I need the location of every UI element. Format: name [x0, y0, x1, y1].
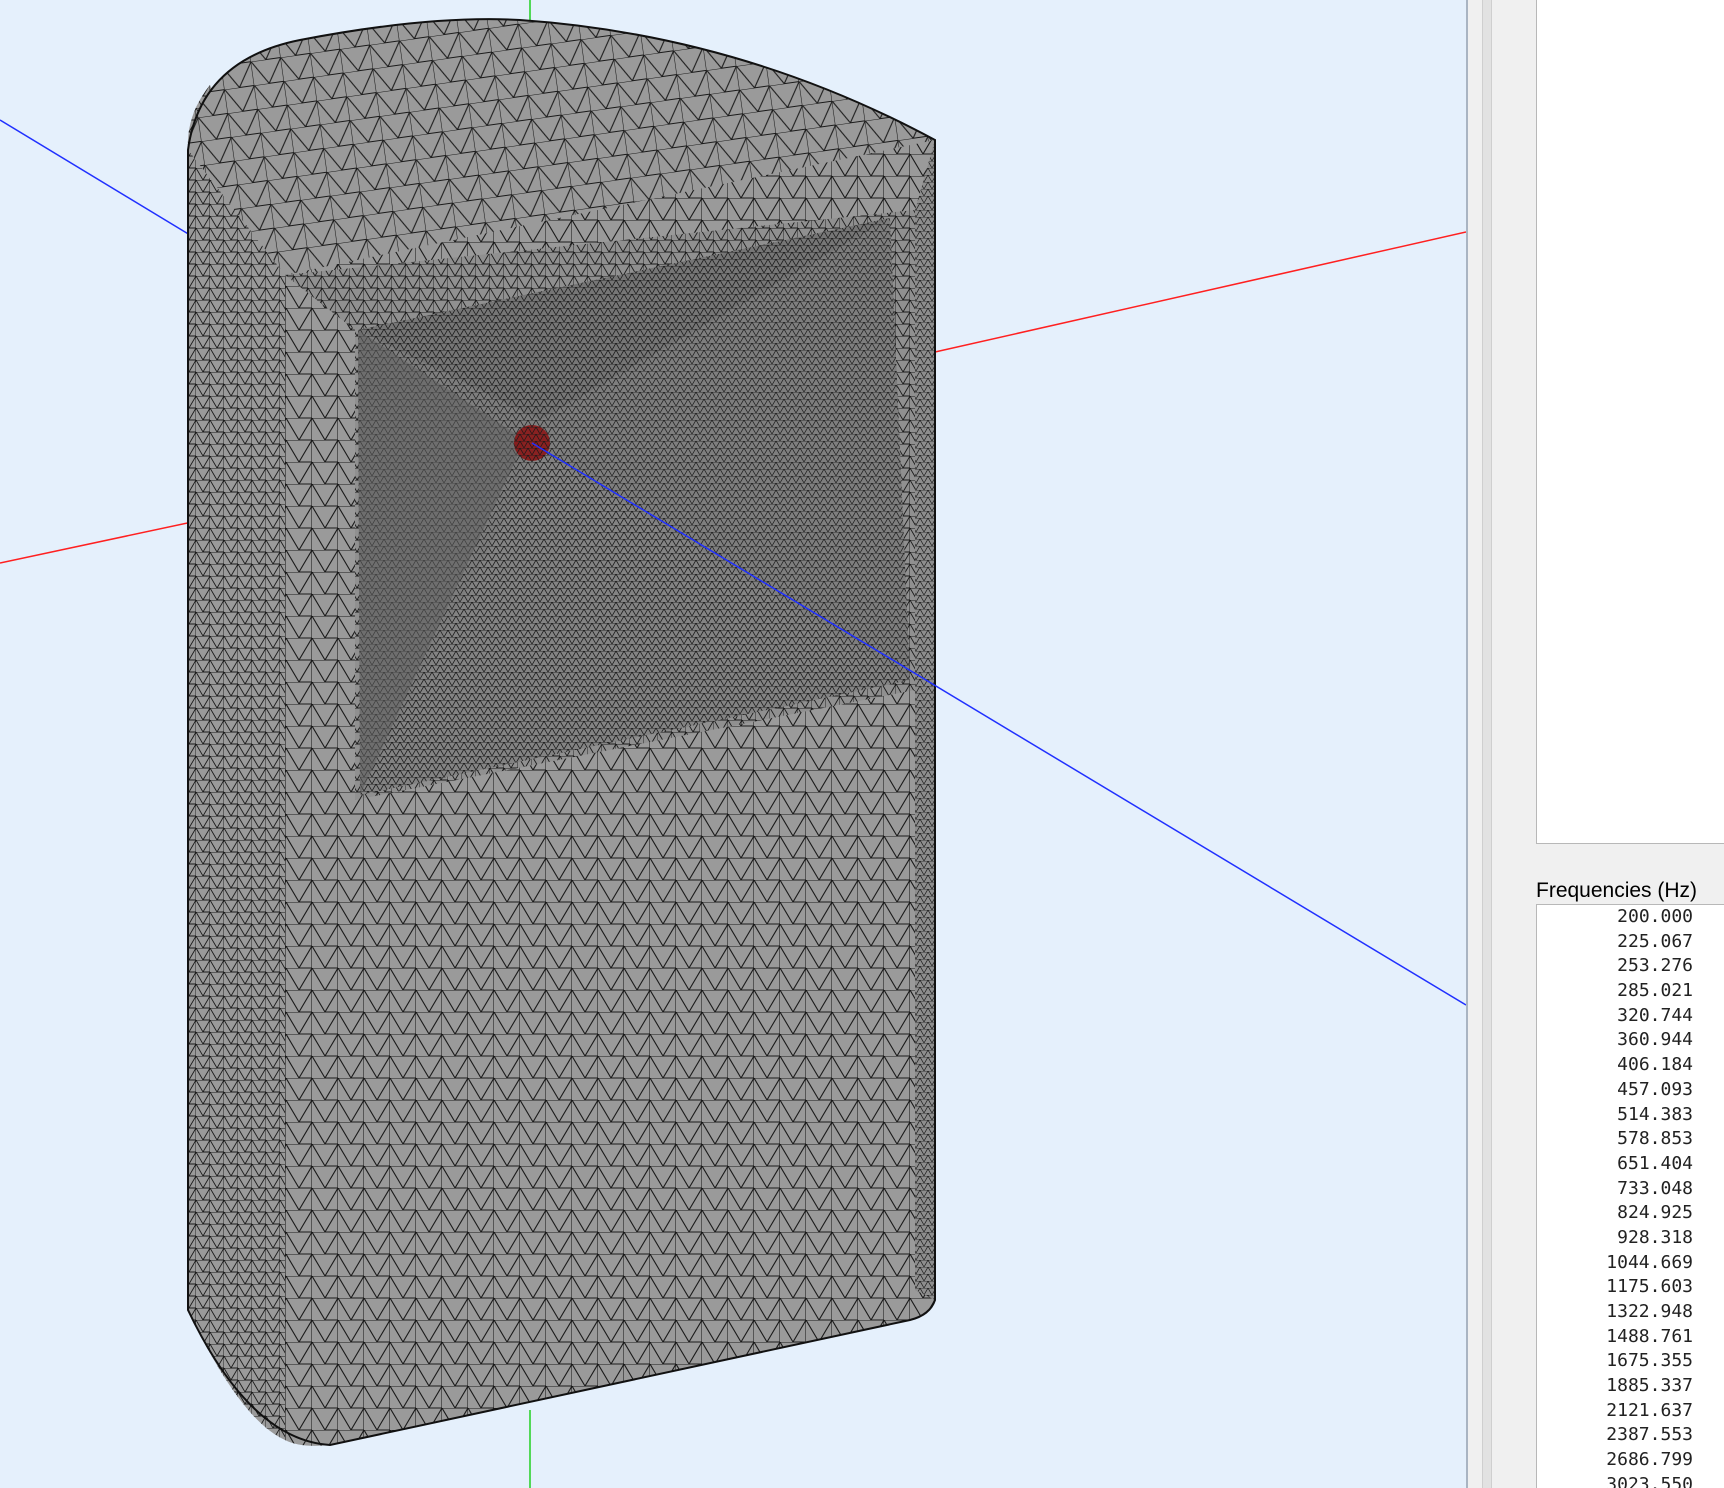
frequency-list-item[interactable]: 1885.337 — [1537, 1374, 1693, 1399]
frequency-list-item[interactable]: 1175.603 — [1537, 1275, 1693, 1300]
frequency-list-item[interactable]: 1675.355 — [1537, 1349, 1693, 1374]
frequency-list-item[interactable]: 225.067 — [1537, 930, 1693, 955]
x-axis-line-right — [934, 231, 1466, 353]
frequency-list-item[interactable]: 320.744 — [1537, 1004, 1693, 1029]
frequency-list-item[interactable]: 2686.799 — [1537, 1448, 1693, 1473]
panel-splitter[interactable] — [1482, 0, 1492, 1488]
frequency-list-item[interactable]: 514.383 — [1537, 1103, 1693, 1128]
frequency-list-item[interactable]: 2121.637 — [1537, 1399, 1693, 1424]
frequency-list-item[interactable]: 406.184 — [1537, 1053, 1693, 1078]
frequency-list-item[interactable]: 651.404 — [1537, 1152, 1693, 1177]
frequency-list-item[interactable]: 285.021 — [1537, 979, 1693, 1004]
3d-viewport[interactable] — [0, 0, 1466, 1488]
z-axis-line-back — [0, 119, 191, 236]
frequency-list-item[interactable]: 360.944 — [1537, 1028, 1693, 1053]
preview-panel — [1536, 0, 1724, 844]
application-window: Frequencies (Hz) 200.000 225.067 253.276 28… — [0, 0, 1724, 1488]
mesh-scene[interactable] — [0, 0, 1466, 1488]
frequency-list-item[interactable]: 1488.761 — [1537, 1325, 1693, 1350]
frequency-list-item[interactable]: 733.048 — [1537, 1177, 1693, 1202]
frequency-list-item[interactable]: 457.093 — [1537, 1078, 1693, 1103]
frequency-list-item[interactable]: 928.318 — [1537, 1226, 1693, 1251]
frequency-list-item[interactable]: 1322.948 — [1537, 1300, 1693, 1325]
mesh-model[interactable] — [187, 18, 936, 1447]
frequency-list-item[interactable]: 1044.669 — [1537, 1251, 1693, 1276]
frequency-list-item[interactable]: 824.925 — [1537, 1201, 1693, 1226]
frequencies-list[interactable]: 200.000 225.067 253.276 285.021 320.744 360.9… — [1536, 904, 1724, 1488]
frequency-list-item[interactable]: 253.276 — [1537, 954, 1693, 979]
frequencies-label: Frequencies (Hz) — [1536, 879, 1698, 902]
right-side-panel: Frequencies (Hz) 200.000 225.067 253.276 28… — [1468, 0, 1724, 1488]
frequency-list-item[interactable]: 200.000 — [1537, 905, 1693, 930]
frequency-list-item[interactable]: 2387.553 — [1537, 1423, 1693, 1448]
frequency-list-item[interactable]: 3023.550 — [1537, 1473, 1693, 1488]
frequency-list-item[interactable]: 578.853 — [1537, 1127, 1693, 1152]
